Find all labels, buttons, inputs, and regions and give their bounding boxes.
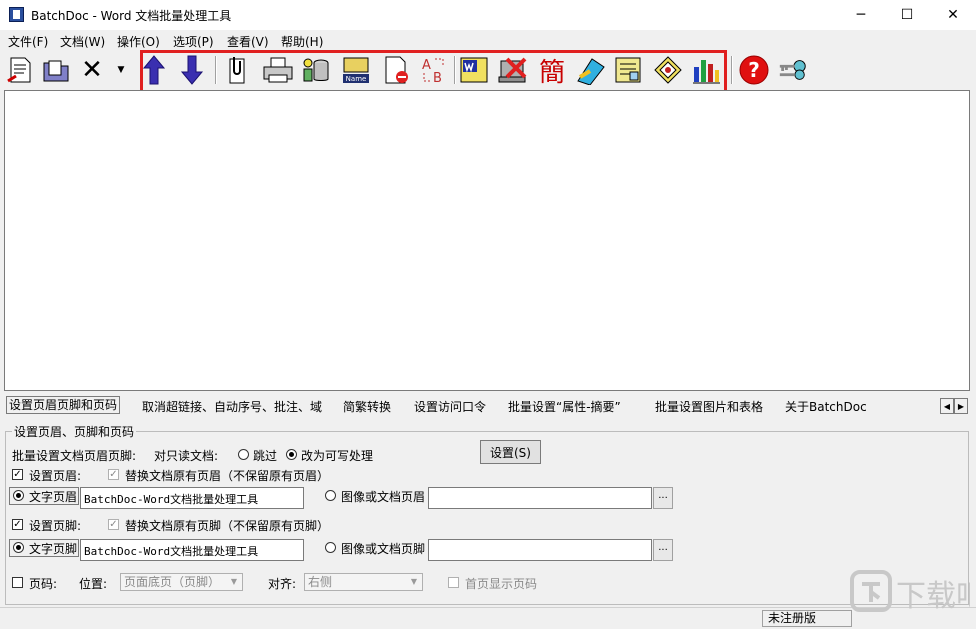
batch-label: 批量设置文档页眉页脚:	[12, 449, 137, 463]
tab-properties-summary[interactable]: 批量设置“属性-摘要”	[508, 398, 621, 415]
tab-scroll-right-button[interactable]: ▶	[954, 398, 968, 414]
add-files-icon	[7, 57, 31, 83]
replace-header-checkbox[interactable]: ✓	[108, 469, 119, 480]
add-folder-button[interactable]	[40, 54, 72, 86]
align-value: 右侧	[308, 575, 333, 589]
tab-access-password[interactable]: 设置访问口令	[414, 398, 486, 415]
page-number-checkbox[interactable]	[12, 577, 23, 588]
image-footer-radio[interactable]	[325, 542, 336, 553]
menu-operation[interactable]: 操作(O)	[117, 33, 160, 50]
text-footer-input[interactable]: BatchDoc-Word文档批量处理工具	[80, 539, 304, 561]
replace-header-label: 替换文档原有页眉（不保留原有页眉）	[125, 469, 330, 483]
close-window-button[interactable]: ✕	[930, 0, 976, 30]
help-glyph: ?	[748, 58, 760, 82]
maximize-icon: ☐	[900, 7, 914, 23]
image-header-radio[interactable]	[325, 490, 336, 501]
position-label: 位置:	[79, 577, 108, 591]
menu-document[interactable]: 文档(W)	[60, 33, 105, 50]
page-number-label: 页码:	[29, 577, 58, 591]
browse-footer-button[interactable]: ...	[653, 539, 673, 561]
window-title: BatchDoc - Word 文档批量处理工具	[31, 9, 232, 23]
remove-dropdown-button[interactable]: ▼	[112, 54, 130, 86]
menu-bar: 文件(F) 文档(W) 操作(O) 选项(P) 查看(V) 帮助(H)	[0, 30, 976, 50]
image-footer-input[interactable]	[428, 539, 652, 561]
delete-icon: ✕	[81, 55, 103, 85]
image-footer-label: 图像或文档页脚	[341, 542, 426, 556]
maximize-button[interactable]: ☐	[884, 0, 930, 30]
file-list-area[interactable]	[4, 90, 970, 391]
tab-header-footer[interactable]: 设置页眉页脚和页码	[6, 396, 121, 414]
tab-scroll-left-button[interactable]: ◀	[940, 398, 954, 414]
text-header-input[interactable]: BatchDoc-Word文档批量处理工具	[80, 487, 304, 509]
group-title: 设置页眉、页脚和页码	[12, 423, 137, 440]
header-footer-panel: 设置页眉、页脚和页码 批量设置文档页眉页脚: 对只读文档: 跳过 改为可写处理 …	[0, 417, 976, 607]
text-footer-label: 文字页脚	[29, 542, 78, 556]
minimize-icon: ─	[856, 7, 866, 23]
watermark-logo: 下载吧	[850, 570, 970, 614]
position-select[interactable]: 页面底页（页脚） ▼	[120, 573, 243, 591]
replace-footer-checkbox[interactable]: ✓	[108, 519, 119, 530]
key-icon	[779, 60, 806, 80]
text-footer-radio[interactable]	[13, 542, 24, 553]
menu-options[interactable]: 选项(P)	[173, 33, 214, 50]
tab-cancel-hyperlinks[interactable]: 取消超链接、自动序号、批注、域	[142, 398, 322, 415]
registration-status: 未注册版	[762, 610, 852, 627]
toolbar-highlight-box	[140, 50, 727, 95]
add-files-button[interactable]	[4, 54, 36, 86]
remove-button[interactable]: ✕	[76, 54, 108, 86]
set-footer-label: 设置页脚:	[29, 519, 82, 533]
writable-label: 改为可写处理	[301, 449, 374, 463]
check-icon: ✓	[13, 519, 22, 530]
title-bar: BatchDoc - Word 文档批量处理工具 ─ ☐ ✕	[0, 0, 976, 30]
menu-help[interactable]: 帮助(H)	[281, 33, 323, 50]
chevron-right-icon: ▶	[957, 401, 965, 411]
chevron-down-icon: ▼	[230, 577, 238, 586]
tab-pictures-tables[interactable]: 批量设置图片和表格	[655, 398, 763, 415]
text-header-radio[interactable]	[13, 490, 24, 501]
menu-view[interactable]: 查看(V)	[227, 33, 269, 50]
tab-simplified-traditional[interactable]: 简繁转换	[343, 398, 391, 415]
align-select[interactable]: 右侧 ▼	[304, 573, 423, 591]
help-icon: ?	[739, 55, 769, 85]
tab-about[interactable]: 关于BatchDoc	[785, 398, 867, 415]
register-button[interactable]	[777, 54, 809, 86]
first-page-label: 首页显示页码	[465, 577, 538, 591]
check-icon: ✓	[109, 519, 118, 530]
skip-label: 跳过	[253, 449, 278, 463]
text-header-label: 文字页眉	[29, 490, 78, 504]
folder-icon	[43, 60, 69, 82]
set-header-label: 设置页眉:	[29, 469, 82, 483]
tab-scroll-arrows: ◀ ▶	[940, 398, 970, 414]
chevron-left-icon: ◀	[943, 401, 951, 411]
skip-radio[interactable]	[238, 449, 249, 460]
status-bar: 未注册版	[0, 607, 976, 629]
first-page-checkbox[interactable]	[448, 577, 459, 588]
set-button[interactable]: 设置(S)	[480, 440, 541, 464]
image-header-label: 图像或文档页眉	[341, 490, 426, 504]
close-icon: ✕	[947, 7, 959, 23]
menu-file[interactable]: 文件(F)	[8, 33, 48, 50]
replace-footer-label: 替换文档原有页脚（不保留原有页脚）	[125, 519, 330, 533]
align-label: 对齐:	[268, 577, 297, 591]
browse-header-button[interactable]: ...	[653, 487, 673, 509]
help-button[interactable]: ?	[738, 54, 770, 86]
image-header-input[interactable]	[428, 487, 652, 509]
check-icon: ✓	[109, 469, 118, 480]
tab-strip: 设置页眉页脚和页码 取消超链接、自动序号、批注、域 简繁转换 设置访问口令 批量…	[0, 395, 976, 417]
minimize-button[interactable]: ─	[838, 0, 884, 30]
set-footer-checkbox[interactable]: ✓	[12, 519, 23, 530]
chevron-down-icon: ▼	[410, 577, 418, 586]
readonly-label: 对只读文档:	[154, 449, 219, 463]
check-icon: ✓	[13, 469, 22, 480]
position-value: 页面底页（页脚）	[124, 575, 221, 589]
set-header-checkbox[interactable]: ✓	[12, 469, 23, 480]
watermark-text: 下载吧	[896, 579, 970, 614]
chevron-down-icon: ▼	[117, 65, 125, 75]
toolbar-separator	[731, 56, 733, 84]
writable-radio[interactable]	[286, 449, 297, 460]
app-icon	[9, 7, 24, 22]
